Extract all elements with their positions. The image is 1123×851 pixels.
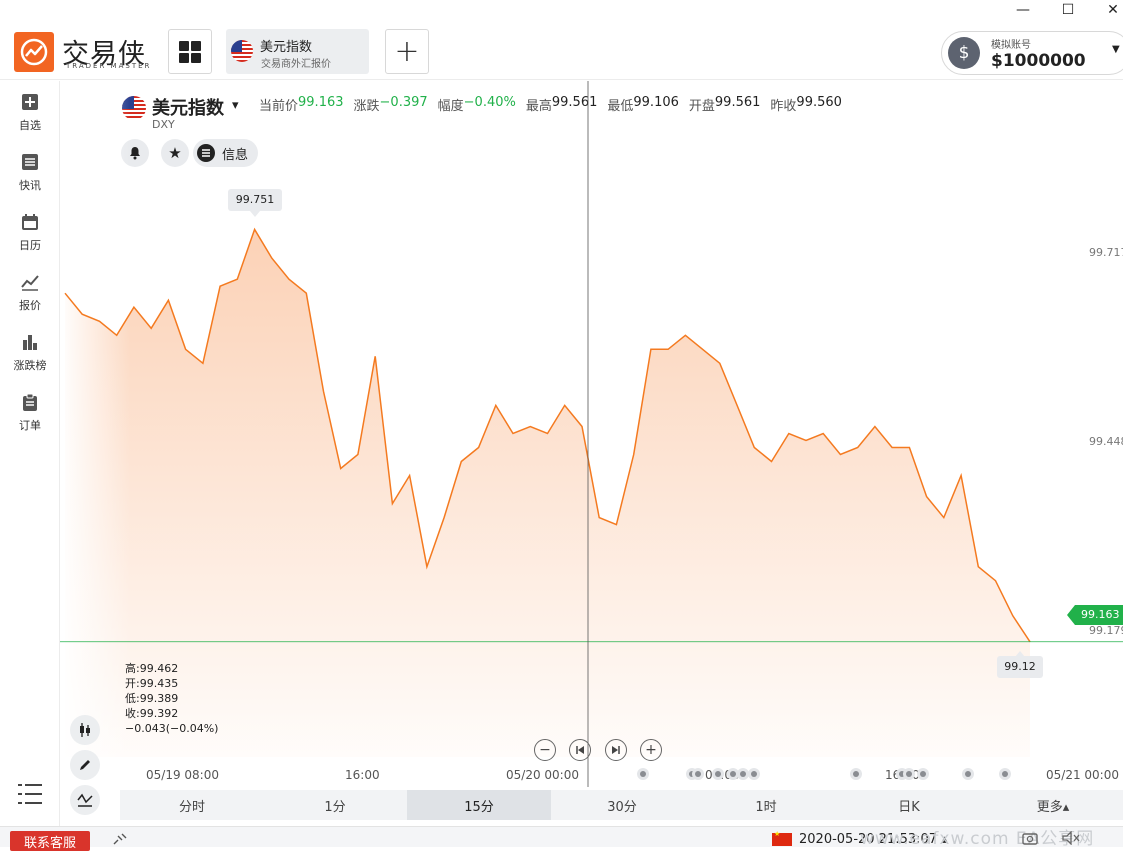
news-list-icon [22, 154, 38, 170]
scroll-end-button[interactable] [605, 739, 627, 761]
price-axis-tick: 99.717 [1089, 246, 1123, 260]
time-axis-label: 05/20 00:00 [506, 768, 579, 782]
event-marker[interactable] [712, 768, 724, 780]
sidebar-item-label: 自选 [19, 119, 41, 132]
link-icon[interactable] [112, 832, 128, 846]
event-marker[interactable] [962, 768, 974, 780]
low-price-tooltip: 99.12 [997, 656, 1043, 678]
sidebar-item-label: 快讯 [19, 179, 41, 192]
timeframe-tick[interactable]: 分时 [120, 790, 264, 820]
indicator-button[interactable] [70, 785, 100, 815]
watermark: www.eafxw.com EA公享网 [860, 829, 1095, 849]
account-selector[interactable]: $ 模拟账号 $1000000 ▼ [941, 31, 1123, 75]
china-flag-icon: ★ [772, 830, 792, 846]
ohlc-change: −0.043(−0.04%) [125, 722, 219, 735]
brand-subtitle: TRADER MASTER [66, 62, 152, 70]
chart-type-button[interactable] [70, 715, 100, 745]
skip-forward-icon [612, 746, 620, 754]
ohlc-low: 低:99.389 [125, 692, 179, 705]
minus-icon: − [539, 742, 551, 758]
price-axis-tick: 99.448 [1089, 434, 1123, 448]
timeframe-bar: 分时 1分 15分 30分 1时 日K 更多▴ [120, 790, 1123, 820]
support-button[interactable]: 联系客服 [10, 831, 90, 851]
us-flag-icon [231, 40, 253, 62]
crosshair-ohlc: 高:99.462 开:99.435 低:99.389 收:99.392 −0.0… [125, 661, 218, 736]
ohlc-close: 收:99.392 [125, 707, 179, 720]
add-tab-button[interactable]: + [385, 29, 429, 74]
event-marker[interactable] [692, 768, 704, 780]
app-header: 交易侠 TRADER MASTER 美元指数 交易商外汇报价 + $ 模拟账号 … [0, 0, 1123, 80]
account-label: 模拟账号 [991, 40, 1031, 51]
event-marker[interactable] [850, 768, 862, 780]
layout-grid-button[interactable] [168, 29, 212, 74]
last-price-tag: 99.163 [1067, 605, 1123, 625]
bar-ranking-icon [23, 335, 37, 350]
last-price-value: 99.163 [1081, 608, 1120, 621]
clipboard-icon [23, 393, 37, 411]
chevron-down-icon: ▼ [1112, 44, 1120, 55]
low-price-value: 99.12 [1004, 660, 1036, 673]
plus-icon: + [394, 34, 420, 69]
sidebar-item-ranking[interactable]: 涨跌榜 [0, 321, 60, 376]
sidebar-item-label: 订单 [19, 419, 41, 432]
pencil-icon [80, 760, 90, 770]
time-axis-label: 05/21 00:00 [1046, 768, 1119, 782]
skip-back-icon [576, 746, 584, 754]
draw-tool-button[interactable] [70, 750, 100, 780]
event-marker[interactable] [999, 768, 1011, 780]
quote-line-icon [21, 275, 39, 291]
timeframe-daily[interactable]: 日K [837, 790, 981, 820]
candlestick-icon [80, 723, 90, 737]
price-axis-tick: 99.179 [1089, 623, 1123, 637]
dollar-icon: $ [948, 37, 980, 69]
price-chart[interactable] [60, 81, 1123, 787]
edge-fade [60, 81, 130, 757]
indicator-icon [77, 793, 93, 807]
sidebar-item-quotes[interactable]: 报价 [0, 261, 60, 316]
camera-icon[interactable] [1022, 831, 1038, 845]
add-watchlist-icon [22, 94, 38, 110]
timeframe-15m[interactable]: 15分 [407, 790, 551, 820]
calendar-icon [22, 214, 38, 230]
tooltip-pointer [250, 211, 260, 217]
symbol-tab[interactable]: 美元指数 交易商外汇报价 [226, 29, 369, 74]
menu-list-icon[interactable] [17, 783, 43, 805]
mute-icon[interactable] [1062, 831, 1080, 845]
event-marker[interactable] [748, 768, 760, 780]
scroll-start-button[interactable] [569, 739, 591, 761]
status-bar: 联系客服 ★ 2020-05-20 21:53:07 ▴ www.eafxw.c… [0, 826, 1123, 851]
ohlc-high: 高:99.462 [125, 662, 179, 675]
high-price-value: 99.751 [235, 193, 275, 206]
timeframe-more[interactable]: 更多▴ [981, 790, 1123, 820]
plus-icon: + [645, 742, 657, 758]
logo-icon [14, 32, 54, 72]
timeframe-30m[interactable]: 30分 [550, 790, 694, 820]
timeframe-1h[interactable]: 1时 [694, 790, 838, 820]
sidebar-item-calendar[interactable]: 日历 [0, 201, 60, 256]
sidebar-item-label: 报价 [19, 299, 41, 312]
symbol-tab-subtitle: 交易商外汇报价 [261, 59, 331, 70]
high-price-tooltip: 99.751 [228, 189, 282, 211]
time-axis-label: 05/19 08:00 [146, 768, 219, 782]
sidebar: 自选 快讯 日历 报价 涨跌榜 订单 [0, 81, 60, 826]
time-axis-label: 16:00 [345, 768, 380, 782]
sidebar-item-news[interactable]: 快讯 [0, 141, 60, 196]
event-marker[interactable] [637, 768, 649, 780]
zoom-out-button[interactable]: − [534, 739, 556, 761]
zoom-in-button[interactable]: + [640, 739, 662, 761]
account-balance: $1000000 [991, 51, 1086, 71]
event-marker[interactable] [903, 768, 915, 780]
timeframe-1m[interactable]: 1分 [263, 790, 407, 820]
symbol-tab-title: 美元指数 [260, 40, 313, 55]
sidebar-item-orders[interactable]: 订单 [0, 381, 60, 436]
event-marker[interactable] [917, 768, 929, 780]
sidebar-item-label: 日历 [19, 239, 41, 252]
sidebar-item-watchlist[interactable]: 自选 [0, 81, 60, 136]
ohlc-open: 开:99.435 [125, 677, 179, 690]
sidebar-item-label: 涨跌榜 [13, 359, 47, 372]
